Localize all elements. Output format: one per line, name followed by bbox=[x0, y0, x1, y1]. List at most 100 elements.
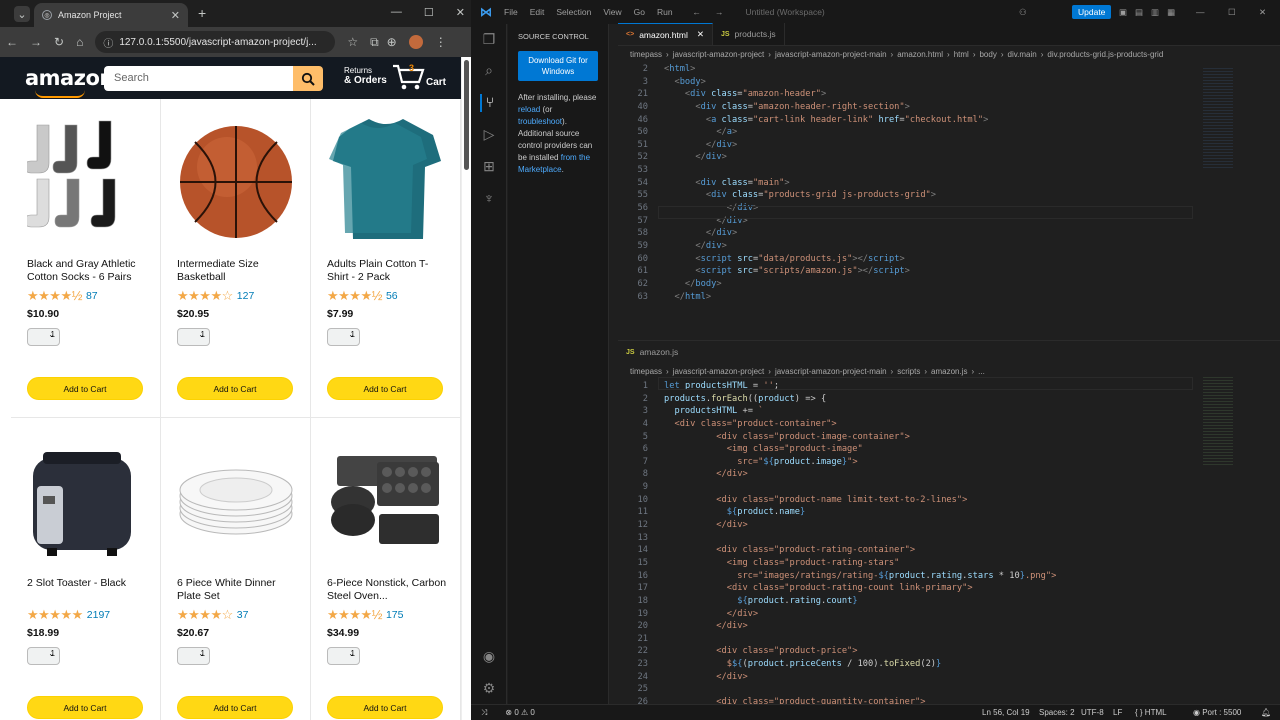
code-line[interactable]: 23 $${(product.priceCents / 100).toFixed… bbox=[618, 658, 1280, 671]
code-line[interactable]: 16 src="images/ratings/rating-${product.… bbox=[618, 570, 1280, 583]
vscode-maximize-icon[interactable]: ☐ bbox=[1228, 7, 1236, 18]
code-line[interactable]: 13 bbox=[618, 532, 1280, 545]
download-git-button[interactable]: Download Git for Windows bbox=[518, 51, 598, 81]
code-line[interactable]: 2 products.forEach((product) => { bbox=[618, 393, 1280, 406]
breadcrumb-item[interactable]: amazon.js bbox=[931, 367, 967, 376]
url-field[interactable]: ⓘ 127.0.0.1:5500/javascript-amazon-proje… bbox=[95, 31, 336, 53]
code-line[interactable]: 9 bbox=[618, 481, 1280, 494]
menu-item[interactable]: Go bbox=[634, 7, 645, 17]
code-line[interactable]: 18 ${product.rating.count} bbox=[618, 595, 1280, 608]
code-line[interactable]: 7 src="${product.image}"> bbox=[618, 456, 1280, 469]
back-icon[interactable]: ← bbox=[6, 35, 18, 49]
cart-link[interactable]: 3 Cart bbox=[392, 63, 446, 96]
editor-tab[interactable]: <> amazon.html ✕ bbox=[618, 23, 713, 45]
menu-item[interactable]: Run bbox=[657, 7, 673, 17]
editor-tab[interactable]: JS products.js bbox=[713, 23, 785, 45]
rating-count[interactable]: 87 bbox=[86, 290, 98, 302]
code-line[interactable]: 25 bbox=[618, 683, 1280, 696]
add-to-cart-button[interactable]: Add to Cart bbox=[27, 696, 143, 719]
amazon-logo[interactable]: amazon bbox=[25, 66, 114, 98]
explorer-icon[interactable]: ❐ bbox=[480, 31, 498, 49]
minimap-html[interactable] bbox=[1203, 68, 1233, 168]
code-line[interactable]: 61 <script src="scripts/amazon.js"></scr… bbox=[618, 265, 1280, 278]
returns-orders-link[interactable]: Returns & Orders bbox=[344, 66, 387, 86]
new-tab-icon[interactable]: + bbox=[198, 5, 206, 21]
code-line[interactable]: 22 <div class="product-price"> bbox=[618, 645, 1280, 658]
code-line[interactable]: 24 </div> bbox=[618, 671, 1280, 684]
breadcrumb-item[interactable]: body bbox=[979, 50, 996, 59]
code-line[interactable]: 17 <div class="product-rating-count link… bbox=[618, 582, 1280, 595]
reload-link[interactable]: reload bbox=[518, 105, 540, 114]
quantity-select[interactable]: 1 ⌄ bbox=[327, 328, 360, 346]
code-line[interactable]: 8 </div> bbox=[618, 468, 1280, 481]
code-line[interactable]: 53 bbox=[618, 164, 1280, 177]
rating-count[interactable]: 2197 bbox=[87, 609, 110, 621]
code-line[interactable]: 11 ${product.name} bbox=[618, 506, 1280, 519]
quantity-select[interactable]: 1 ⌄ bbox=[327, 647, 360, 665]
code-line[interactable]: 3 <body> bbox=[618, 76, 1280, 89]
menu-item[interactable]: File bbox=[504, 7, 518, 17]
accounts-icon[interactable]: ◉ bbox=[480, 648, 498, 666]
close-tab-icon[interactable]: ✕ bbox=[171, 9, 180, 22]
add-to-cart-button[interactable]: Add to Cart bbox=[327, 377, 443, 400]
search-view-icon[interactable]: ⌕ bbox=[480, 62, 498, 80]
workspace-title[interactable]: Untitled (Workspace) bbox=[746, 7, 825, 17]
menu-item[interactable]: Selection bbox=[556, 7, 591, 17]
language-mode[interactable]: { } HTML bbox=[1135, 708, 1167, 717]
rating-count[interactable]: 175 bbox=[386, 609, 404, 621]
reload-icon[interactable]: ↻ bbox=[54, 35, 64, 49]
quantity-select[interactable]: 1 ⌄ bbox=[177, 328, 210, 346]
add-to-cart-button[interactable]: Add to Cart bbox=[177, 377, 293, 400]
add-to-cart-button[interactable]: Add to Cart bbox=[177, 696, 293, 719]
code-line[interactable]: 54 <div class="main"> bbox=[618, 177, 1280, 190]
add-to-cart-button[interactable]: Add to Cart bbox=[327, 696, 443, 719]
rating-count[interactable]: 56 bbox=[386, 290, 398, 302]
minimize-icon[interactable]: — bbox=[391, 6, 402, 19]
quantity-select[interactable]: 1 ⌄ bbox=[177, 647, 210, 665]
extensions-icon[interactable]: ⧉ bbox=[370, 35, 379, 50]
code-line[interactable]: 55 <div class="products-grid js-products… bbox=[618, 189, 1280, 202]
extensions-view-icon[interactable]: ⊞ bbox=[480, 158, 498, 176]
forward-nav-icon[interactable]: → bbox=[715, 7, 724, 17]
add-to-cart-button[interactable]: Add to Cart bbox=[27, 377, 143, 400]
browser-tab[interactable]: ◎ Amazon Project ✕ bbox=[34, 3, 188, 27]
menu-item[interactable]: View bbox=[603, 7, 621, 17]
code-line[interactable]: 62 </body> bbox=[618, 278, 1280, 291]
code-line[interactable]: 52 </div> bbox=[618, 151, 1280, 164]
update-button[interactable]: Update bbox=[1072, 5, 1112, 19]
site-info-icon[interactable]: ⓘ bbox=[103, 35, 113, 50]
profile-avatar[interactable] bbox=[408, 35, 423, 49]
copilot-icon[interactable]: ⚇ bbox=[1019, 7, 1027, 18]
code-line[interactable]: 12 </div> bbox=[618, 519, 1280, 532]
code-line[interactable]: 40 <div class="amazon-header-right-secti… bbox=[618, 101, 1280, 114]
code-line[interactable]: 58 </div> bbox=[618, 227, 1280, 240]
code-line[interactable]: 20 </div> bbox=[618, 620, 1280, 633]
rating-count[interactable]: 127 bbox=[237, 290, 255, 302]
problems-indicator[interactable]: ⊗ 0 ⚠ 0 bbox=[505, 708, 534, 717]
code-line[interactable]: 5 <div class="product-image-container"> bbox=[618, 431, 1280, 444]
forward-icon[interactable]: → bbox=[30, 35, 42, 49]
search-button[interactable] bbox=[293, 66, 323, 91]
code-line[interactable]: 15 <img class="product-rating-stars" bbox=[618, 557, 1280, 570]
breadcrumb-item[interactable]: javascript-amazon-project-main bbox=[775, 50, 887, 59]
breadcrumb-item[interactable]: div.main bbox=[1008, 50, 1037, 59]
quantity-select[interactable]: 1 ⌄ bbox=[27, 328, 60, 346]
eol[interactable]: LF bbox=[1113, 708, 1122, 717]
troubleshoot-link[interactable]: troubleshoot bbox=[518, 117, 562, 126]
cursor-position[interactable]: Ln 56, Col 19 bbox=[982, 708, 1030, 717]
source-control-icon[interactable]: ⑂ bbox=[480, 94, 498, 112]
python-icon[interactable]: ♆ bbox=[480, 190, 498, 208]
code-line[interactable]: 51 </div> bbox=[618, 139, 1280, 152]
maximize-icon[interactable]: ☐ bbox=[424, 6, 434, 19]
code-line[interactable]: 6 <img class="product-image" bbox=[618, 443, 1280, 456]
code-line[interactable]: 14 <div class="product-rating-container"… bbox=[618, 544, 1280, 557]
breadcrumb-item[interactable]: javascript-amazon-project bbox=[673, 367, 765, 376]
code-line[interactable]: 60 <script src="data/products.js"></scri… bbox=[618, 253, 1280, 266]
notifications-bell-icon[interactable]: 🔔︎ bbox=[1261, 708, 1271, 717]
encoding[interactable]: UTF-8 bbox=[1081, 708, 1104, 717]
breadcrumb-item[interactable]: javascript-amazon-project bbox=[673, 50, 765, 59]
rating-count[interactable]: 37 bbox=[237, 609, 249, 621]
breadcrumb-item[interactable]: javascript-amazon-project-main bbox=[775, 367, 887, 376]
back-nav-icon[interactable]: ← bbox=[693, 7, 702, 17]
layout-icons[interactable]: ▣▤▥▦ bbox=[1119, 7, 1183, 18]
